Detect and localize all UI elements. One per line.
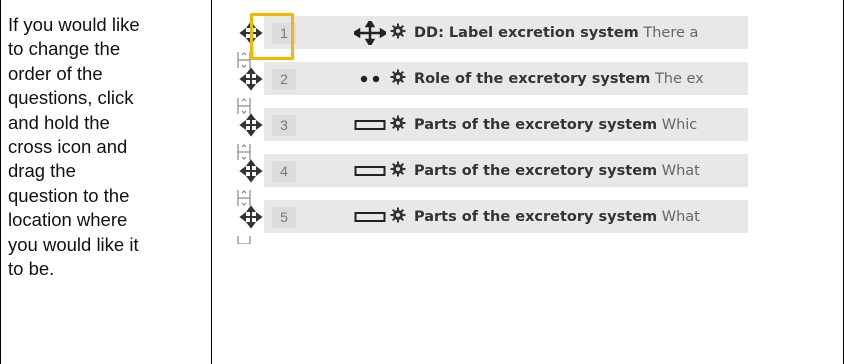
question-list-screenshot: 1 DD: Label excretion system There a 2 R… bbox=[236, 10, 748, 244]
gear-icon[interactable] bbox=[390, 207, 406, 223]
instruction-line: to be. bbox=[8, 258, 55, 280]
question-number: 3 bbox=[272, 115, 296, 136]
textbox-icon bbox=[354, 212, 386, 222]
question-number: 4 bbox=[272, 161, 296, 182]
question-description: The ex bbox=[654, 71, 704, 87]
question-text: Parts of the excretory system What bbox=[414, 161, 700, 181]
instruction-line: drag the bbox=[8, 160, 76, 182]
move-handle-icon[interactable] bbox=[236, 62, 264, 95]
instruction-line: you would like it bbox=[8, 233, 139, 255]
gear-icon[interactable] bbox=[390, 161, 406, 177]
gear-icon[interactable] bbox=[390, 115, 406, 131]
instruction-line: and hold the bbox=[8, 111, 110, 133]
textbox-icon bbox=[354, 166, 386, 176]
highlight-box bbox=[250, 13, 294, 60]
move-handle-icon[interactable] bbox=[236, 108, 264, 141]
instruction-line: order of the bbox=[8, 62, 103, 84]
instruction-line: questions, click bbox=[8, 87, 134, 109]
textbox-icon bbox=[354, 120, 386, 130]
question-description: What bbox=[661, 209, 700, 225]
question-text: DD: Label excretion system There a bbox=[414, 23, 698, 43]
column-divider bbox=[211, 0, 212, 364]
question-description: There a bbox=[643, 25, 699, 41]
move-handle-icon[interactable] bbox=[236, 200, 264, 233]
question-row[interactable]: 4 Parts of the excretory system What bbox=[236, 154, 748, 187]
instruction-line: location where bbox=[8, 209, 128, 231]
question-title: Parts of the excretory system bbox=[414, 117, 658, 133]
question-text: Parts of the excretory system What bbox=[414, 207, 700, 227]
instruction-line: to change the bbox=[8, 38, 121, 60]
gear-icon[interactable] bbox=[390, 69, 406, 85]
question-number: 2 bbox=[272, 69, 296, 90]
move-handle-icon[interactable] bbox=[236, 154, 264, 187]
question-description: What bbox=[661, 163, 700, 179]
question-title: Parts of the excretory system bbox=[414, 163, 658, 179]
question-number: 5 bbox=[272, 207, 296, 228]
instruction-line: cross icon and bbox=[8, 136, 128, 158]
question-row[interactable]: 3 Parts of the excretory system Whic bbox=[236, 108, 748, 141]
question-text: Parts of the excretory system Whic bbox=[414, 115, 697, 135]
add-break-icon[interactable] bbox=[236, 235, 252, 244]
question-title: DD: Label excretion system bbox=[414, 25, 639, 41]
instruction-text: If you would like to change the order of… bbox=[8, 13, 206, 281]
question-row[interactable]: 2 Role of the excretory system The ex bbox=[236, 62, 748, 95]
question-text: Role of the excretory system The ex bbox=[414, 69, 704, 89]
question-description: Whic bbox=[661, 117, 698, 133]
question-row[interactable]: 5 Parts of the excretory system What bbox=[236, 200, 748, 233]
question-title: Parts of the excretory system bbox=[414, 209, 658, 225]
two-dots-icon bbox=[360, 75, 380, 83]
gear-icon[interactable] bbox=[390, 23, 406, 39]
move-cross-icon bbox=[354, 21, 386, 45]
question-title: Role of the excretory system bbox=[414, 71, 651, 87]
instruction-line: question to the bbox=[8, 184, 130, 206]
question-row[interactable]: 1 DD: Label excretion system There a bbox=[236, 16, 748, 49]
instruction-line: If you would like bbox=[8, 14, 140, 35]
